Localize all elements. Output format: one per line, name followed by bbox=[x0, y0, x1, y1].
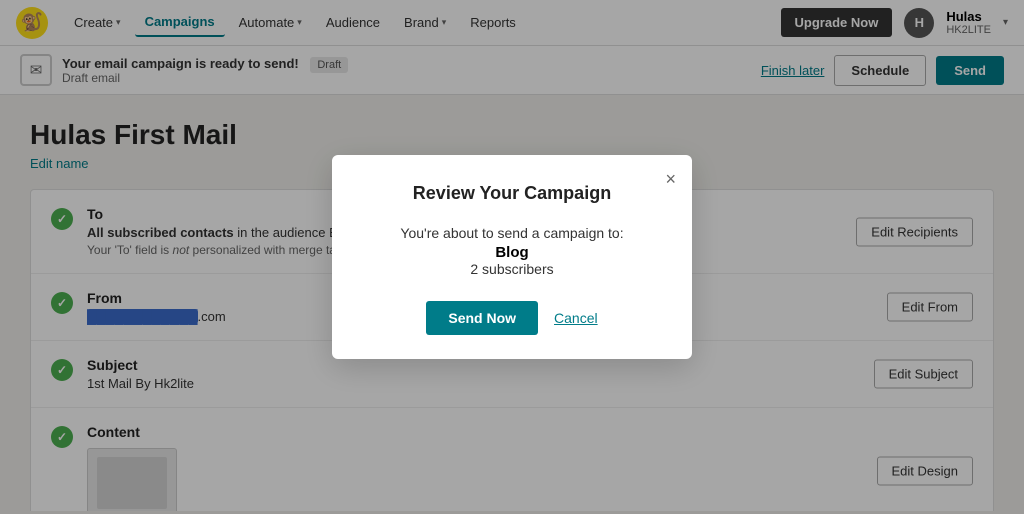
modal-send-now-button[interactable]: Send Now bbox=[426, 301, 538, 335]
modal-cancel-button[interactable]: Cancel bbox=[554, 310, 598, 326]
modal-intro: You're about to send a campaign to: bbox=[364, 222, 660, 244]
modal-subscribers: 2 subscribers bbox=[364, 261, 660, 277]
modal-audience: Blog bbox=[364, 244, 660, 261]
modal-actions: Send Now Cancel bbox=[364, 301, 660, 335]
modal-title: Review Your Campaign bbox=[364, 183, 660, 204]
modal-overlay: × Review Your Campaign You're about to s… bbox=[0, 0, 1024, 514]
modal-body: You're about to send a campaign to: Blog… bbox=[364, 222, 660, 277]
modal-close-button[interactable]: × bbox=[665, 169, 676, 190]
review-campaign-modal: × Review Your Campaign You're about to s… bbox=[332, 155, 692, 359]
